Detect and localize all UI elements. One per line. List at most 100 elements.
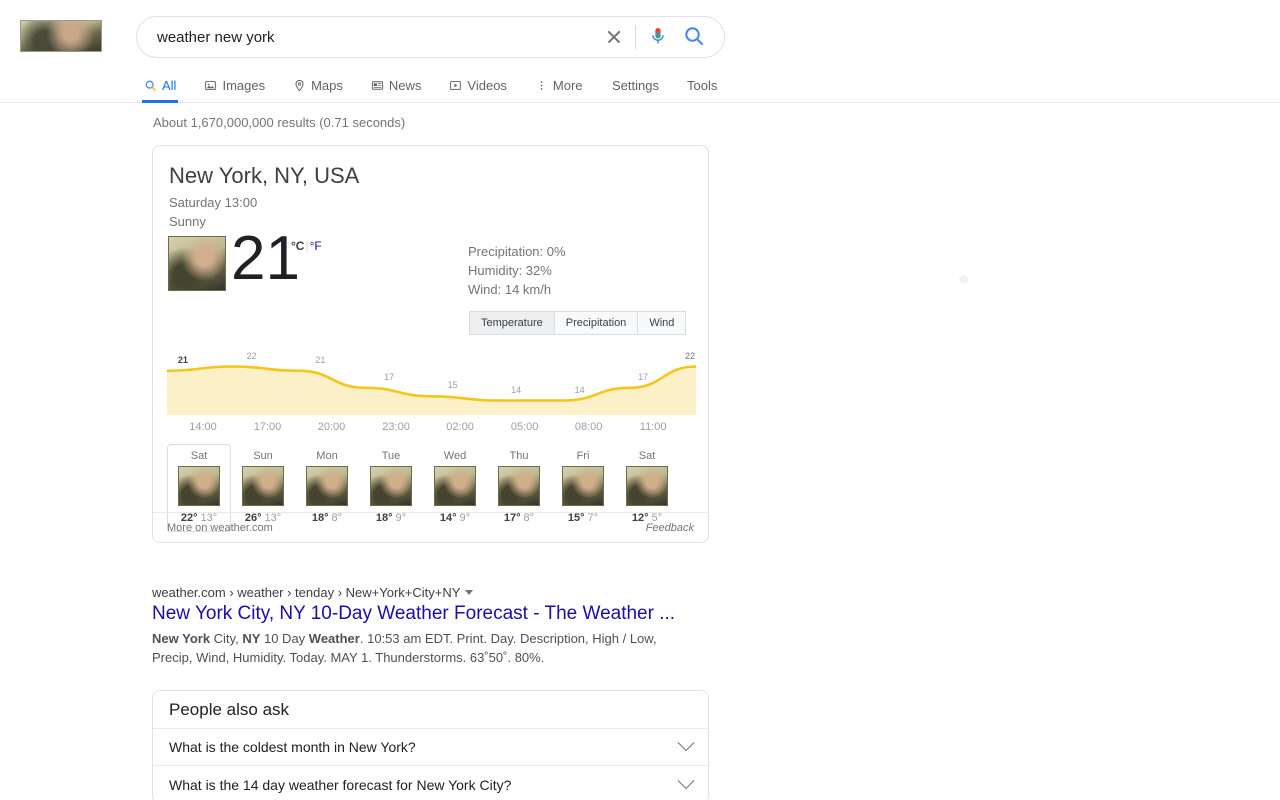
google-logo-image[interactable] <box>20 20 102 52</box>
forecast-day-name: Thu <box>509 450 529 462</box>
results-count: About 1,670,000,000 results (0.71 second… <box>153 115 406 130</box>
settings-button[interactable]: Settings <box>612 78 659 93</box>
paa-question[interactable]: What is the 14 day weather forecast for … <box>153 766 708 800</box>
humidity-stat: Humidity: 32% <box>468 263 552 278</box>
tab-label: All <box>162 78 177 93</box>
day-weather-icon <box>562 466 604 506</box>
forecast-day-name: Sat <box>638 450 656 462</box>
chart-point-label: 21 <box>315 354 326 365</box>
weather-city: New York, NY, USA <box>169 163 360 188</box>
tab-more[interactable]: More <box>535 68 583 103</box>
chart-x-tick: 14:00 <box>189 421 217 433</box>
unit-fahrenheit[interactable]: °F <box>310 239 322 253</box>
chart-x-axis: 14:00 17:00 20:00 23:00 02:00 05:00 08:00 11:00 <box>167 421 696 437</box>
weather-card-footer: More on weather.com Feedback <box>153 512 708 542</box>
unit-separator: | <box>305 239 309 253</box>
tab-all[interactable]: All <box>141 68 179 103</box>
snippet-text-2: 10 Day <box>260 631 309 646</box>
wind-stat: Wind: 14 km/h <box>468 282 552 297</box>
paa-question-text: What is the coldest month in New York? <box>169 739 416 755</box>
temperature-chart[interactable]: 21 22 21 17 15 14 14 17 22 <box>167 348 696 415</box>
result-title-link[interactable]: New York City, NY 10-Day Weather Forecas… <box>152 603 712 625</box>
toggle-temperature[interactable]: Temperature <box>469 311 555 335</box>
weather-metric-toggle: Temperature Precipitation Wind <box>469 311 687 335</box>
paa-question[interactable]: What is the coldest month in New York? <box>153 729 708 766</box>
weather-time: Saturday 13:00 <box>169 195 258 210</box>
close-icon[interactable] <box>601 24 627 50</box>
video-icon <box>449 79 462 92</box>
microphone-icon[interactable] <box>646 24 670 50</box>
forecast-day-name: Sun <box>253 450 273 462</box>
search-tabs: All Images Maps News Videos More <box>141 68 611 103</box>
tab-videos[interactable]: Videos <box>449 68 507 103</box>
chart-point-label: 14 <box>574 384 585 395</box>
day-weather-icon <box>498 466 540 506</box>
weather-condition: Sunny <box>169 214 206 229</box>
result-snippet: New York City, NY 10 Day Weather. 10:53 … <box>152 629 664 667</box>
chart-point-label: 15 <box>447 380 458 391</box>
forecast-day-name: Sat <box>190 450 208 462</box>
chart-x-tick: 11:00 <box>639 421 667 433</box>
chart-point-label: 22 <box>246 350 257 361</box>
chart-x-tick: 20:00 <box>317 421 346 433</box>
people-also-ask: People also ask What is the coldest mont… <box>152 690 709 800</box>
paa-title: People also ask <box>153 691 708 729</box>
day-weather-icon <box>306 466 348 506</box>
unit-celsius[interactable]: °C <box>291 239 304 253</box>
search-icon[interactable] <box>682 24 708 50</box>
snippet-bold-1: New York <box>152 631 211 646</box>
chart-point-label: 17 <box>638 371 649 382</box>
search-bar[interactable] <box>136 16 725 58</box>
tab-news[interactable]: News <box>371 68 422 103</box>
page-header <box>0 0 1280 68</box>
feedback-link[interactable]: Feedback <box>646 522 694 534</box>
chart-point-label: 21 <box>177 354 188 365</box>
image-icon <box>204 79 217 92</box>
day-weather-icon <box>434 466 476 506</box>
search-icon <box>144 79 157 92</box>
tab-label: Images <box>222 78 266 93</box>
search-input[interactable] <box>155 27 601 47</box>
chart-area-fill <box>167 366 696 415</box>
cursor-artifact <box>959 275 968 284</box>
tools-button[interactable]: Tools <box>687 78 717 93</box>
chart-x-tick: 08:00 <box>574 421 603 433</box>
chevron-down-icon[interactable] <box>677 734 695 752</box>
toggle-wind[interactable]: Wind <box>638 311 687 335</box>
weather-icon-image <box>168 236 226 291</box>
tab-maps[interactable]: Maps <box>293 68 343 103</box>
tab-images[interactable]: Images <box>204 68 265 103</box>
chart-point-label: 14 <box>511 384 522 395</box>
tab-label: More <box>552 78 583 93</box>
snippet-bold-3: Weather <box>308 631 360 646</box>
tab-label: Maps <box>311 78 343 93</box>
tab-label: Videos <box>467 78 507 93</box>
chart-point-label: 17 <box>384 371 395 382</box>
day-weather-icon <box>626 466 668 506</box>
search-result: weather.com › weather › tenday › New+Yor… <box>152 585 712 667</box>
search-nav-bar: All Images Maps News Videos More Setting… <box>0 68 1280 103</box>
paa-question-text: What is the 14 day weather forecast for … <box>169 776 512 793</box>
forecast-day-name: Fri <box>576 450 590 462</box>
more-on-weather-link[interactable]: More on weather.com <box>167 522 273 534</box>
tab-label: News <box>388 78 422 93</box>
weather-stats: Precipitation: 0% Humidity: 32% Wind: 14… <box>468 242 566 299</box>
chart-x-tick: 23:00 <box>382 421 410 433</box>
chart-x-tick: 17:00 <box>253 421 282 433</box>
chevron-down-icon[interactable] <box>677 771 695 789</box>
chart-x-tick: 02:00 <box>446 421 474 433</box>
more-vertical-icon <box>535 79 548 92</box>
search-tools-group: Settings Tools <box>612 68 745 103</box>
day-weather-icon <box>178 466 220 506</box>
precipitation-stat: Precipitation: 0% <box>468 244 566 259</box>
chart-point-label: 22 <box>684 350 696 361</box>
snippet-bold-2: NY <box>242 631 261 646</box>
google-search-results-page: All Images <box>0 0 1280 800</box>
result-url: weather.com › weather › tenday › New+Yor… <box>152 585 712 600</box>
chevron-down-icon[interactable] <box>465 590 474 595</box>
result-url-text: weather.com › weather › tenday › New+Yor… <box>152 585 461 600</box>
search-divider <box>635 25 636 49</box>
unit-toggle[interactable]: °C|°F <box>291 239 322 253</box>
toggle-precipitation[interactable]: Precipitation <box>554 311 639 335</box>
day-weather-icon <box>242 466 284 506</box>
